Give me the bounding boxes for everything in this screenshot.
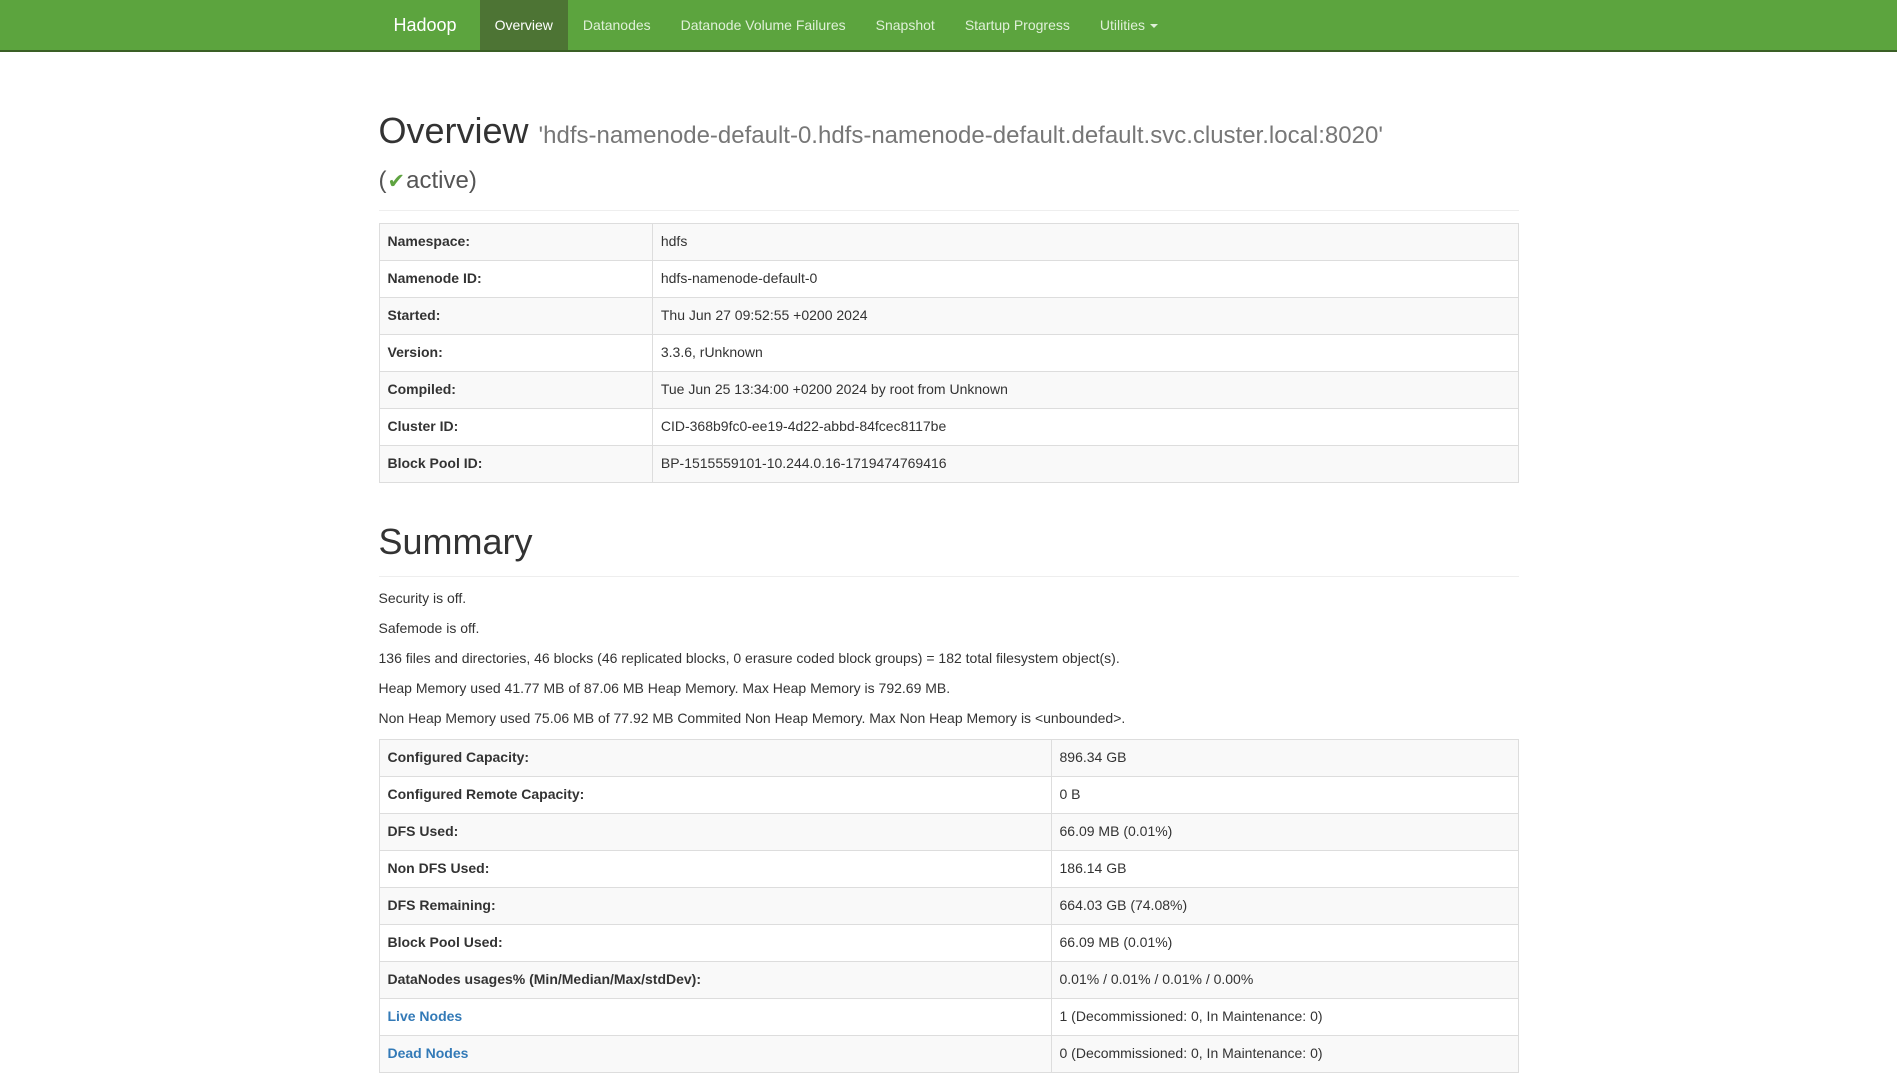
table-row: Namespace:hdfs <box>379 224 1518 261</box>
live-nodes-link[interactable]: Live Nodes <box>388 1008 463 1024</box>
nav-item-label: Snapshot <box>861 0 950 50</box>
row-value-started: Thu Jun 27 09:52:55 +0200 2024 <box>652 297 1518 334</box>
namenode-status: (✔active) <box>379 167 477 194</box>
row-value-namespace: hdfs <box>652 224 1518 261</box>
active-check-icon: ✔ <box>387 170 407 193</box>
row-label-compiled: Compiled: <box>379 371 652 408</box>
table-row: DataNodes usages% (Min/Median/Max/stdDev… <box>379 961 1518 998</box>
page-content: Overview 'hdfs-namenode-default-0.hdfs-n… <box>364 108 1534 1073</box>
row-label-configured-remote-capacity: Configured Remote Capacity: <box>379 776 1051 813</box>
row-value-dfs-used: 66.09 MB (0.01%) <box>1051 813 1518 850</box>
nav-item-label: Utilities <box>1085 0 1173 50</box>
row-value-compiled: Tue Jun 25 13:34:00 +0200 2024 by root f… <box>652 371 1518 408</box>
row-label-version: Version: <box>379 334 652 371</box>
row-value-namenode-id: hdfs-namenode-default-0 <box>652 260 1518 297</box>
row-value-cluster-id: CID-368b9fc0-ee19-4d22-abbd-84fcec8117be <box>652 408 1518 445</box>
row-value-configured-remote-capacity: 0 B <box>1051 776 1518 813</box>
page-title-text: Overview <box>379 110 529 151</box>
nav-item-overview[interactable]: Overview <box>480 0 568 50</box>
summary-text: Non Heap Memory used 75.06 MB of 77.92 M… <box>379 709 1519 729</box>
table-row: Non DFS Used:186.14 GB <box>379 850 1518 887</box>
nav-item-startup-progress[interactable]: Startup Progress <box>950 0 1085 50</box>
summary-title: Summary <box>379 519 1519 564</box>
row-label-block-pool-id: Block Pool ID: <box>379 445 652 482</box>
row-value-block-pool-id: BP-1515559101-10.244.0.16-1719474769416 <box>652 445 1518 482</box>
row-value-version: 3.3.6, rUnknown <box>652 334 1518 371</box>
table-row: Cluster ID:CID-368b9fc0-ee19-4d22-abbd-8… <box>379 408 1518 445</box>
row-label-dfs-used: DFS Used: <box>379 813 1051 850</box>
status-close-paren: ) <box>469 167 477 194</box>
navbar: Hadoop OverviewDatanodesDatanode Volume … <box>0 0 1897 52</box>
row-value-non-dfs-used: 186.14 GB <box>1051 850 1518 887</box>
summary-text: Security is off. <box>379 589 1519 609</box>
row-label-dfs-remaining: DFS Remaining: <box>379 887 1051 924</box>
row-label-live-nodes: Live Nodes <box>379 998 1051 1035</box>
row-label-datanodes-usages-min-median-max-stddev: DataNodes usages% (Min/Median/Max/stdDev… <box>379 961 1051 998</box>
table-row: DFS Used:66.09 MB (0.01%) <box>379 813 1518 850</box>
row-label-dead-nodes: Dead Nodes <box>379 1035 1051 1072</box>
dead-nodes-link[interactable]: Dead Nodes <box>388 1045 469 1061</box>
table-row: Block Pool Used:66.09 MB (0.01%) <box>379 924 1518 961</box>
nav-item-label: Overview <box>480 0 568 50</box>
navbar-menu: OverviewDatanodesDatanode Volume Failure… <box>480 0 1173 50</box>
row-label-configured-capacity: Configured Capacity: <box>379 739 1051 776</box>
nav-item-label: Startup Progress <box>950 0 1085 50</box>
table-row: Configured Remote Capacity:0 B <box>379 776 1518 813</box>
row-label-cluster-id: Cluster ID: <box>379 408 652 445</box>
nav-item-label: Datanodes <box>568 0 666 50</box>
table-row: Compiled:Tue Jun 25 13:34:00 +0200 2024 … <box>379 371 1518 408</box>
table-row: Started:Thu Jun 27 09:52:55 +0200 2024 <box>379 297 1518 334</box>
table-row: Live Nodes 1 (Decommissioned: 0, In Maint… <box>379 998 1518 1035</box>
table-row: Configured Capacity:896.34 GB <box>379 739 1518 776</box>
row-value-block-pool-used: 66.09 MB (0.01%) <box>1051 924 1518 961</box>
brand-hadoop[interactable]: Hadoop <box>379 0 472 50</box>
row-value-dead-nodes: 0 (Decommissioned: 0, In Maintenance: 0) <box>1051 1035 1518 1072</box>
namenode-address: 'hdfs-namenode-default-0.hdfs-namenode-d… <box>539 122 1383 149</box>
nav-item-label: Datanode Volume Failures <box>666 0 861 50</box>
row-label-started: Started: <box>379 297 652 334</box>
row-label-non-dfs-used: Non DFS Used: <box>379 850 1051 887</box>
row-label-namespace: Namespace: <box>379 224 652 261</box>
table-row: DFS Remaining:664.03 GB (74.08%) <box>379 887 1518 924</box>
divider <box>379 576 1519 577</box>
nav-item-datanode-volume-failures[interactable]: Datanode Volume Failures <box>666 0 861 50</box>
nav-item-snapshot[interactable]: Snapshot <box>861 0 950 50</box>
page-title: Overview 'hdfs-namenode-default-0.hdfs-n… <box>379 108 1519 198</box>
summary-text: 136 files and directories, 46 blocks (46… <box>379 649 1519 669</box>
row-label-namenode-id: Namenode ID: <box>379 260 652 297</box>
row-value-configured-capacity: 896.34 GB <box>1051 739 1518 776</box>
row-value-dfs-remaining: 664.03 GB (74.08%) <box>1051 887 1518 924</box>
table-row: Dead Nodes 0 (Decommissioned: 0, In Maint… <box>379 1035 1518 1072</box>
table-row: Namenode ID:hdfs-namenode-default-0 <box>379 260 1518 297</box>
row-value-datanodes-usages-min-median-max-stddev: 0.01% / 0.01% / 0.01% / 0.00% <box>1051 961 1518 998</box>
divider <box>379 210 1519 211</box>
row-value-live-nodes: 1 (Decommissioned: 0, In Maintenance: 0) <box>1051 998 1518 1035</box>
nav-item-utilities[interactable]: Utilities <box>1085 0 1173 50</box>
row-label-block-pool-used: Block Pool Used: <box>379 924 1051 961</box>
status-open-paren: ( <box>379 167 387 194</box>
status-label: active <box>406 167 469 194</box>
summary-text: Safemode is off. <box>379 619 1519 639</box>
table-row: Version:3.3.6, rUnknown <box>379 334 1518 371</box>
table-row: Block Pool ID:BP-1515559101-10.244.0.16-… <box>379 445 1518 482</box>
navbar-inner: Hadoop OverviewDatanodesDatanode Volume … <box>364 0 1534 50</box>
namenode-info-table: Namespace:hdfsNamenode ID:hdfs-namenode-… <box>379 223 1519 483</box>
summary-text: Heap Memory used 41.77 MB of 87.06 MB He… <box>379 679 1519 699</box>
summary-table: Configured Capacity:896.34 GBConfigured … <box>379 739 1519 1073</box>
summary-paragraphs: Security is off. Safemode is off. 136 file… <box>379 589 1519 729</box>
nav-item-datanodes[interactable]: Datanodes <box>568 0 666 50</box>
caret-down-icon <box>1150 24 1158 28</box>
